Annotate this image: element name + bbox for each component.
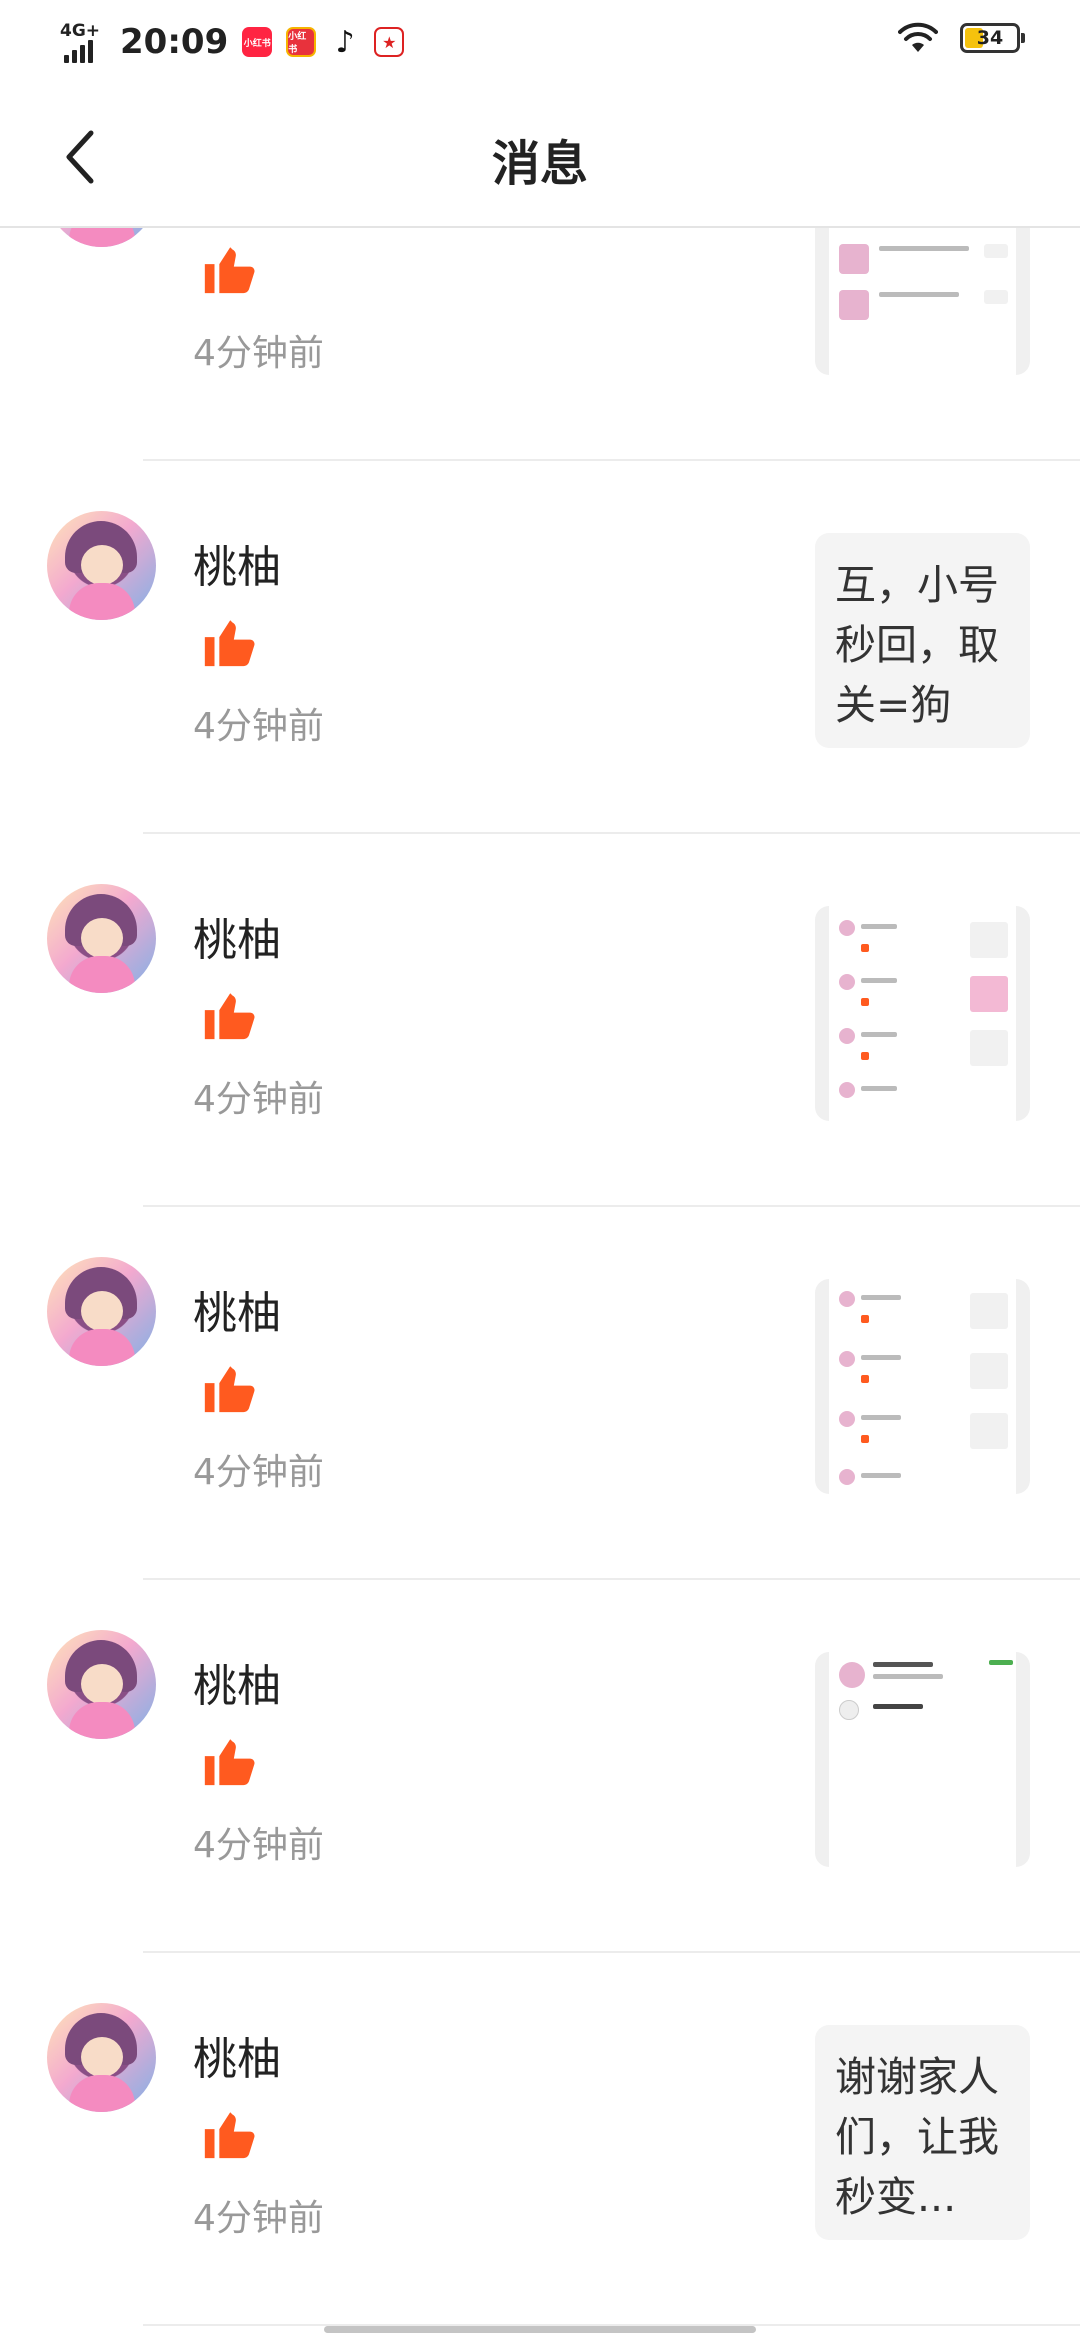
- preview-text: 互，小号秒回，取关=狗: [835, 561, 999, 729]
- status-time: 20:09: [120, 22, 229, 62]
- thumbs-up-icon: [204, 2112, 255, 2159]
- battery-level: 34: [976, 27, 1004, 49]
- avatar[interactable]: [47, 2003, 156, 2112]
- timestamp: 4分钟前: [193, 1452, 324, 1493]
- cellular-signal-icon: 4G+: [60, 21, 102, 63]
- page-title: 消息: [491, 136, 588, 192]
- thumbs-up-icon: [204, 993, 255, 1040]
- username[interactable]: 桃柚: [193, 1650, 281, 1714]
- home-indicator[interactable]: [324, 2326, 756, 2333]
- xiaohongshu-icon: 小红书: [242, 27, 273, 57]
- comment-preview[interactable]: 谢谢家人们，让我秒变...: [815, 2025, 1030, 2240]
- avatar[interactable]: [47, 228, 156, 247]
- username[interactable]: 桃柚: [193, 1277, 281, 1341]
- avatar[interactable]: [47, 884, 156, 993]
- timestamp: 4分钟前: [193, 1825, 324, 1866]
- list-item[interactable]: 桃柚 4分钟前: [0, 1207, 1080, 1580]
- note-preview-thumbnail[interactable]: [815, 1279, 1030, 1494]
- message-list[interactable]: 桃柚 4分钟前 桃柚 4分钟前: [0, 228, 1080, 2340]
- comment-preview[interactable]: 互，小号秒回，取关=狗: [815, 533, 1030, 748]
- battery-icon: 34: [960, 23, 1025, 53]
- xiaohongshu-alt-icon: 小红书: [286, 27, 317, 57]
- timestamp: 4分钟前: [193, 333, 324, 374]
- note-preview-thumbnail[interactable]: [815, 1652, 1030, 1867]
- list-item[interactable]: 桃柚 4分钟前: [0, 228, 1080, 461]
- preview-text: 谢谢家人们，让我秒变...: [835, 2053, 999, 2221]
- timestamp: 4分钟前: [193, 1079, 324, 1120]
- list-item[interactable]: 桃柚 4分钟前 谢谢家人们，让我秒变...: [0, 1953, 1080, 2326]
- list-item[interactable]: 桃柚 4分钟前: [0, 834, 1080, 1207]
- wifi-icon: [898, 22, 938, 52]
- username[interactable]: 桃柚: [193, 531, 281, 595]
- thumbs-up-icon: [204, 620, 255, 667]
- list-item[interactable]: 桃柚 4分钟前 互，小号秒回，取关=狗: [0, 461, 1080, 834]
- network-type: 4G+: [60, 21, 101, 41]
- avatar[interactable]: [47, 1257, 156, 1366]
- username[interactable]: 桃柚: [193, 904, 281, 968]
- note-preview-thumbnail[interactable]: [815, 228, 1030, 375]
- note-preview-thumbnail[interactable]: [815, 906, 1030, 1121]
- thumbs-up-icon: [204, 247, 255, 294]
- nav-bar: 消息: [0, 84, 1080, 228]
- avatar[interactable]: [47, 511, 156, 620]
- username[interactable]: 桃柚: [193, 2023, 281, 2087]
- tiktok-icon: ♪: [335, 24, 355, 60]
- status-bar: 4G+ 20:09 小红书 小红书 ♪ ★ 34: [0, 0, 1080, 84]
- thumbs-up-icon: [204, 1739, 255, 1786]
- game-icon: ★: [374, 27, 405, 57]
- timestamp: 4分钟前: [193, 2198, 324, 2239]
- timestamp: 4分钟前: [193, 706, 324, 747]
- avatar[interactable]: [47, 1630, 156, 1739]
- list-item[interactable]: 桃柚 4分钟前: [0, 1580, 1080, 1953]
- thumbs-up-icon: [204, 1366, 255, 1413]
